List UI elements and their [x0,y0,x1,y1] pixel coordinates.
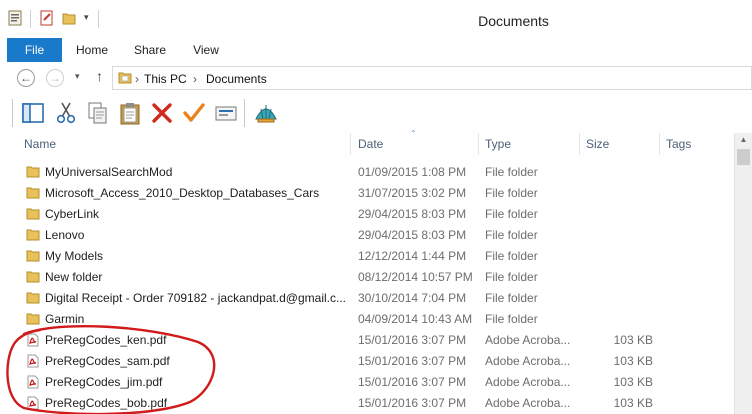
column-header: Name Date ⌃ Type Size Tags [0,129,734,155]
paste-icon[interactable] [118,101,142,125]
title-bar: ▾ Documents [0,0,752,39]
file-name: CyberLink [45,207,100,221]
recent-locations-icon[interactable]: ▾ [75,71,80,82]
file-row[interactable]: New folder 08/12/2014 10:57 PM File fold… [0,267,734,288]
navigation-bar: ← → ▾ ↑ › This PC › Documents [0,63,752,94]
back-button[interactable]: ← [17,69,35,87]
file-type: Adobe Acroba... [485,396,571,410]
file-row[interactable]: MyUniversalSearchMod 01/09/2015 1:08 PM … [0,162,734,183]
file-date: 29/04/2015 8:03 PM [358,207,467,221]
file-type: Adobe Acroba... [485,333,571,347]
file-type: File folder [485,270,538,284]
file-date: 15/01/2016 3:07 PM [358,375,467,389]
tab-home[interactable]: Home [68,38,116,62]
file-row[interactable]: Microsoft_Access_2010_Desktop_Databases_… [0,183,734,204]
file-type: Adobe Acroba... [485,375,571,389]
breadcrumb-separator: › [135,72,139,86]
file-size: 103 KB [613,375,653,389]
toolbar-divider [12,99,13,127]
breadcrumb-documents[interactable]: Documents [206,72,267,86]
sort-arrow-icon: ⌃ [410,129,417,138]
tab-share[interactable]: Share [126,38,174,62]
folder-icon [26,271,40,283]
column-divider[interactable] [579,133,580,155]
tab-file[interactable]: File [7,38,62,62]
file-date: 15/01/2016 3:07 PM [358,354,467,368]
column-tags[interactable]: Tags [666,137,691,151]
folder-icon [26,187,40,199]
navigation-pane-icon[interactable] [21,101,45,125]
file-date: 08/12/2014 10:57 PM [358,270,473,284]
file-type: File folder [485,312,538,326]
rename-checkmark-icon[interactable] [182,101,206,125]
folder-icon [26,166,40,178]
folder-icon [26,229,40,241]
file-type: File folder [485,249,538,263]
copy-icon[interactable] [86,101,110,125]
file-size: 103 KB [613,396,653,410]
documents-folder-icon [118,72,132,84]
scroll-thumb[interactable] [737,149,750,165]
tab-view[interactable]: View [182,38,230,62]
column-date[interactable]: Date [358,137,383,151]
file-type: File folder [485,207,538,221]
cut-icon[interactable] [54,101,78,125]
file-name: New folder [45,270,103,284]
file-date: 15/01/2016 3:07 PM [358,333,467,347]
file-date: 15/01/2016 3:07 PM [358,396,467,410]
file-row[interactable]: My Models 12/12/2014 1:44 PM File folder [0,246,734,267]
column-type[interactable]: Type [485,137,511,151]
breadcrumb-this-pc[interactable]: This PC [144,72,187,86]
file-type: File folder [485,291,538,305]
column-divider[interactable] [350,133,351,155]
forward-button[interactable]: → [46,69,64,87]
breadcrumb-separator: › [193,72,197,86]
toolbar-divider [244,99,245,127]
file-row[interactable]: CyberLink 29/04/2015 8:03 PM File folder [0,204,734,225]
up-arrow-icon[interactable]: ↑ [96,68,103,84]
column-divider[interactable] [659,133,660,155]
column-divider[interactable] [478,133,479,155]
file-date: 12/12/2014 1:44 PM [358,249,467,263]
file-date: 04/09/2014 10:43 AM [358,312,473,326]
address-bar[interactable]: › This PC › Documents [112,66,752,90]
red-annotation-circle [6,324,216,414]
folder-icon [26,250,40,262]
column-size[interactable]: Size [586,137,609,151]
file-name: Lenovo [45,228,85,242]
file-date: 29/04/2015 8:03 PM [358,228,467,242]
file-size: 103 KB [613,354,653,368]
ribbon-tabs: File Home Share View [0,38,752,64]
file-type: File folder [485,228,538,242]
file-type: Adobe Acroba... [485,354,571,368]
file-date: 30/10/2014 7:04 PM [358,291,467,305]
toolbar [0,93,752,134]
properties-panel-icon[interactable] [214,101,238,125]
file-name: Microsoft_Access_2010_Desktop_Databases_… [45,186,320,200]
file-size: 103 KB [613,333,653,347]
file-date: 31/07/2015 3:02 PM [358,186,467,200]
file-row[interactable]: Digital Receipt - Order 709182 - jackand… [0,288,734,309]
window-title: Documents [478,13,549,29]
file-type: File folder [485,186,538,200]
file-date: 01/09/2015 1:08 PM [358,165,467,179]
folder-icon [26,292,40,304]
shell-extension-icon[interactable] [254,101,278,125]
delete-icon[interactable] [150,101,174,125]
vertical-scrollbar[interactable]: ▲ [734,133,752,414]
folder-icon [26,208,40,220]
file-name: Digital Receipt - Order 709182 - jackand… [45,291,346,305]
file-name: MyUniversalSearchMod [45,165,173,179]
file-name: My Models [45,249,104,263]
column-name[interactable]: Name [24,137,56,151]
file-row[interactable]: Lenovo 29/04/2015 8:03 PM File folder [0,225,734,246]
scroll-up-arrow-icon[interactable]: ▲ [735,133,752,147]
file-type: File folder [485,165,538,179]
